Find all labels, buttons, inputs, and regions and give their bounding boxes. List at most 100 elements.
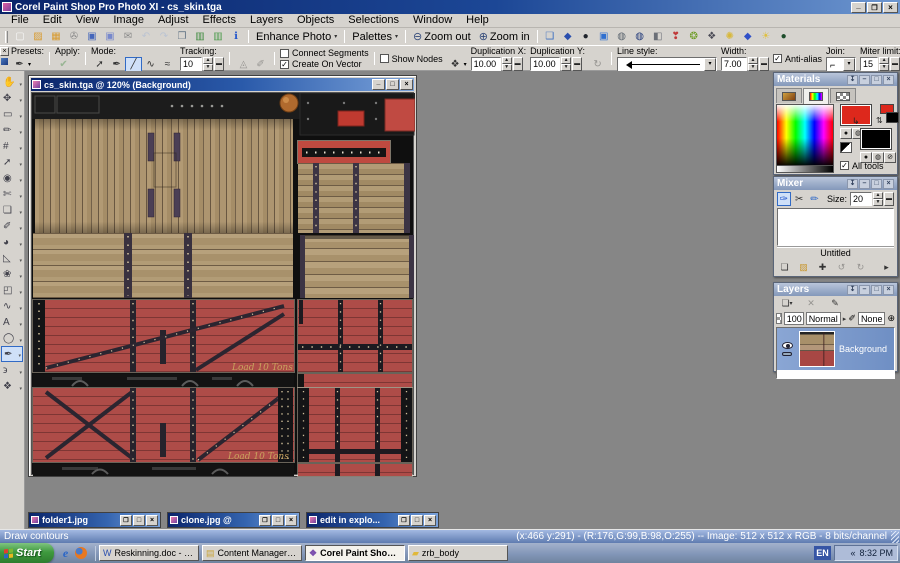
delete-layer-button[interactable]: ✕ (801, 297, 821, 310)
menu-item[interactable]: Window (406, 14, 459, 27)
tab-swatches[interactable] (830, 88, 856, 103)
makeover-tool[interactable]: ✄ (1, 186, 23, 202)
effect-icon-14[interactable]: ● (775, 29, 793, 44)
duplication-y-spinner[interactable]: ▲▼ (561, 57, 571, 71)
picture-tube-tool[interactable]: ❀ (1, 266, 23, 282)
restore-button[interactable] (120, 515, 132, 526)
tracking-spinner[interactable]: ▲▼ (203, 57, 213, 71)
palette-close-button[interactable]: × (883, 179, 894, 189)
effect-icon-4[interactable]: ▣ (595, 29, 613, 44)
selection-tool[interactable]: ▭ (1, 106, 23, 122)
mixer-new-page-button[interactable]: ❏ (778, 261, 791, 273)
task-reskinning-doc[interactable]: W Reskinning.doc - Microso... (99, 545, 199, 561)
simplify-curve-button[interactable]: ◬ (235, 57, 252, 72)
close-button[interactable] (146, 515, 158, 526)
mixer-more-button[interactable]: ✚ (816, 261, 829, 273)
toolbar-grip[interactable] (5, 31, 8, 43)
move-tool[interactable]: ✥ (1, 90, 23, 106)
resize-grip[interactable] (891, 531, 899, 543)
fg-color-style-button[interactable]: ● (840, 128, 852, 139)
width-slider-button[interactable]: ▬ (759, 57, 769, 71)
new-layer-button[interactable]: ❏▾ (777, 297, 797, 310)
palette-minimize-button[interactable]: – (859, 75, 870, 85)
mixer-remix-button[interactable]: ↻ (854, 261, 867, 273)
warp-brush-tool[interactable]: ϶ (1, 362, 23, 378)
doc-close-button[interactable] (400, 79, 413, 90)
link-set-icon[interactable]: ⊕ (887, 313, 895, 324)
window-titlebar[interactable]: Corel Paint Shop Pro Photo XI - cs_skin.… (0, 0, 900, 14)
maximize-button[interactable] (411, 515, 423, 526)
mixer-menu-arrow[interactable]: ▸ (880, 261, 893, 273)
dropper-tool[interactable]: ✏ (1, 122, 23, 138)
mixer-size-slider-button[interactable]: ▬ (884, 192, 894, 206)
duplication-y-slider-button[interactable]: ▬ (572, 57, 582, 71)
blend-mode-dropdown[interactable]: Normal (806, 312, 841, 325)
connect-segments-checkbox[interactable]: Connect Segments (280, 48, 369, 59)
tracking-slider-button[interactable]: ▬ (214, 57, 224, 71)
effect-icon-3[interactable]: ● (577, 29, 595, 44)
mode-draw-point-icon[interactable]: ✒ (108, 57, 125, 72)
scan-import-icon[interactable]: ✇ (65, 29, 83, 44)
screen-capture-icon[interactable]: ▥ (191, 29, 209, 44)
pan-tool[interactable]: ✋ (1, 74, 23, 90)
palette-maximize-button[interactable]: □ (871, 75, 882, 85)
duplicate-button[interactable]: ↻ (589, 57, 606, 72)
mixer-canvas[interactable] (777, 208, 894, 246)
restore-button[interactable] (867, 2, 882, 13)
apply-button[interactable]: ✔ (55, 57, 72, 72)
mode-edit-icon[interactable]: ➚ (91, 57, 108, 72)
bg-transparent-button[interactable]: ⊘ (884, 152, 896, 163)
effect-icon-13[interactable]: ☀ (757, 29, 775, 44)
red-eye-tool[interactable]: ◉ (1, 170, 23, 186)
undo-icon[interactable]: ↶ (137, 29, 155, 44)
crop-tool[interactable]: # (1, 138, 23, 154)
start-button[interactable]: Start (0, 543, 54, 563)
grayscale-strip[interactable] (776, 166, 834, 173)
anti-alias-checkbox[interactable]: Anti-alias (773, 53, 822, 64)
presets-button[interactable]: ✒ (11, 57, 28, 72)
miter-limit-spinner[interactable]: ▲▼ (879, 57, 889, 71)
task-corel-psp[interactable]: ❖ Corel Paint Shop Pro ... (305, 545, 405, 561)
start-contour-button[interactable]: ✐ (252, 57, 269, 72)
background-color-swatch[interactable] (860, 128, 892, 150)
color-picker[interactable] (776, 104, 834, 166)
enhance-photo-button[interactable]: Enhance Photo (252, 29, 341, 44)
mixer-size-spinner[interactable]: ▲▼ (873, 192, 883, 206)
join-dropdown[interactable]: ⌐▾ (826, 57, 856, 72)
effect-icon-11[interactable]: ✺ (721, 29, 739, 44)
color-changer-tool[interactable]: ◕ (1, 234, 23, 250)
menu-item[interactable]: Selections (341, 14, 406, 27)
import-frame-icon[interactable]: ▥ (209, 29, 227, 44)
language-indicator[interactable]: EN (814, 546, 831, 560)
doc-maximize-button[interactable] (386, 79, 399, 90)
menu-item[interactable]: Help (459, 14, 496, 27)
new-window-icon[interactable]: ❐ (173, 29, 191, 44)
show-nodes-checkbox[interactable]: Show Nodes (380, 53, 443, 64)
mixer-tube-button[interactable]: ✑ (777, 192, 791, 206)
pick-tool[interactable]: ➚ (1, 154, 23, 170)
effect-icon-5[interactable]: ◍ (613, 29, 631, 44)
restore-button[interactable] (398, 515, 410, 526)
menu-item[interactable]: View (69, 14, 107, 27)
minimize-button[interactable] (851, 2, 866, 13)
effect-icon-12[interactable]: ◆ (739, 29, 757, 44)
blend-mode-arrow[interactable]: ▸ (843, 312, 847, 325)
menu-item[interactable]: File (4, 14, 36, 27)
info-icon[interactable]: ℹ (227, 29, 245, 44)
mixer-titlebar[interactable]: Mixer ↧ – □ × (774, 177, 897, 190)
duplication-x-spinner[interactable]: ▲▼ (502, 57, 512, 71)
layer-opacity-input[interactable]: 100 (784, 312, 804, 325)
miter-limit-input[interactable]: 15 (860, 57, 878, 71)
duplication-x-slider-button[interactable]: ▬ (513, 57, 523, 71)
node-transform-button[interactable]: ❖ (447, 57, 464, 72)
image-canvas[interactable]: Load 10 Tons (31, 92, 414, 475)
restore-button[interactable] (259, 515, 271, 526)
effect-icon-9[interactable]: ❂ (685, 29, 703, 44)
miter-limit-slider-button[interactable]: ▬ (890, 57, 900, 71)
doc-minimize-button[interactable] (372, 79, 385, 90)
menu-item[interactable]: Image (106, 14, 151, 27)
effect-icon-2[interactable]: ◆ (559, 29, 577, 44)
menu-item[interactable]: Objects (290, 14, 341, 27)
layer-thumbnail[interactable] (799, 331, 835, 367)
background-mini-swatch[interactable] (886, 112, 899, 123)
